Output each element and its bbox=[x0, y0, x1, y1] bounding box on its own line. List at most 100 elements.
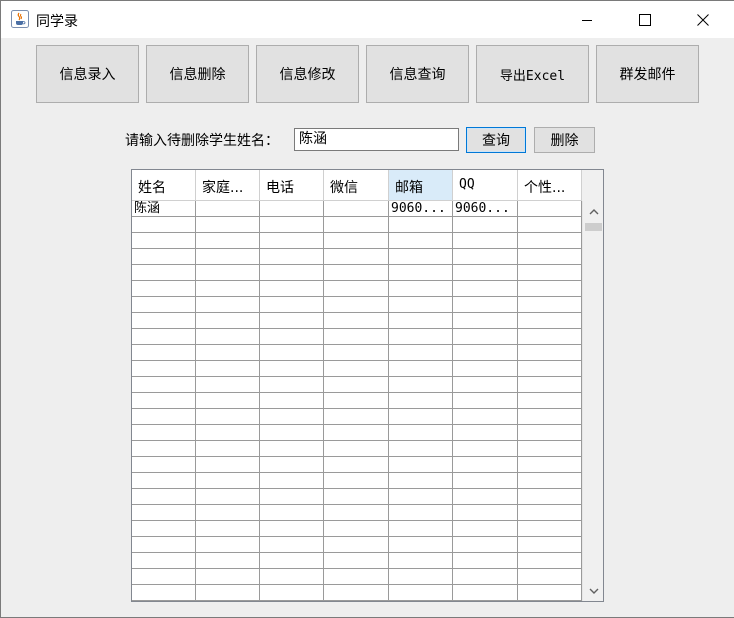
table-cell[interactable] bbox=[518, 249, 582, 265]
table-cell[interactable] bbox=[260, 201, 324, 217]
table-cell[interactable]: 9060... bbox=[389, 201, 453, 217]
table-cell[interactable] bbox=[518, 569, 582, 585]
table-cell[interactable] bbox=[324, 553, 389, 569]
table-cell[interactable] bbox=[518, 457, 582, 473]
table-cell[interactable] bbox=[260, 249, 324, 265]
table-cell[interactable] bbox=[453, 569, 518, 585]
table-cell[interactable] bbox=[196, 569, 260, 585]
table-cell[interactable] bbox=[132, 457, 196, 473]
table-cell[interactable] bbox=[132, 441, 196, 457]
table-cell[interactable] bbox=[196, 553, 260, 569]
table-cell[interactable] bbox=[518, 585, 582, 601]
table-cell[interactable] bbox=[260, 553, 324, 569]
table-cell[interactable] bbox=[518, 329, 582, 345]
scrollbar-thumb[interactable] bbox=[585, 223, 602, 231]
table-row[interactable] bbox=[132, 393, 582, 409]
table-cell[interactable] bbox=[453, 585, 518, 601]
table-cell[interactable] bbox=[324, 377, 389, 393]
table-cell[interactable] bbox=[196, 457, 260, 473]
table-cell[interactable] bbox=[132, 489, 196, 505]
table-cell[interactable] bbox=[260, 297, 324, 313]
table-cell[interactable] bbox=[389, 505, 453, 521]
table-row[interactable] bbox=[132, 521, 582, 537]
table-cell[interactable] bbox=[196, 281, 260, 297]
scroll-up-arrow[interactable] bbox=[583, 202, 603, 219]
table-cell[interactable] bbox=[453, 425, 518, 441]
delete-button[interactable]: 删除 bbox=[534, 127, 595, 153]
table-row[interactable] bbox=[132, 281, 582, 297]
table-row[interactable] bbox=[132, 297, 582, 313]
table-cell[interactable] bbox=[389, 313, 453, 329]
table-cell[interactable] bbox=[324, 313, 389, 329]
table-cell[interactable] bbox=[518, 393, 582, 409]
table-cell[interactable] bbox=[518, 505, 582, 521]
table-cell[interactable] bbox=[518, 441, 582, 457]
table-cell[interactable] bbox=[132, 553, 196, 569]
table-cell[interactable] bbox=[389, 345, 453, 361]
table-row[interactable] bbox=[132, 585, 582, 601]
table-cell[interactable] bbox=[389, 537, 453, 553]
table-cell[interactable] bbox=[324, 329, 389, 345]
table-cell[interactable] bbox=[196, 313, 260, 329]
table-row[interactable] bbox=[132, 361, 582, 377]
column-header[interactable]: 邮箱 bbox=[389, 170, 453, 201]
table-cell[interactable] bbox=[196, 537, 260, 553]
table-row[interactable] bbox=[132, 441, 582, 457]
table-cell[interactable] bbox=[389, 329, 453, 345]
table-cell[interactable] bbox=[453, 297, 518, 313]
table-cell[interactable] bbox=[518, 345, 582, 361]
table-cell[interactable] bbox=[196, 361, 260, 377]
table-cell[interactable] bbox=[132, 393, 196, 409]
table-cell[interactable] bbox=[324, 457, 389, 473]
table-cell[interactable] bbox=[132, 409, 196, 425]
export-excel-button[interactable]: 导出Excel bbox=[476, 45, 589, 103]
column-header[interactable]: 姓名 bbox=[132, 170, 196, 201]
table-cell[interactable]: 陈涵 bbox=[132, 201, 196, 217]
table-cell[interactable] bbox=[324, 409, 389, 425]
table-row[interactable] bbox=[132, 489, 582, 505]
table-cell[interactable] bbox=[389, 553, 453, 569]
table-cell[interactable] bbox=[196, 217, 260, 233]
table-cell[interactable] bbox=[196, 473, 260, 489]
table-cell[interactable] bbox=[324, 217, 389, 233]
table-row[interactable] bbox=[132, 553, 582, 569]
maximize-button[interactable] bbox=[622, 1, 668, 38]
table-cell[interactable] bbox=[389, 425, 453, 441]
table-cell[interactable] bbox=[453, 553, 518, 569]
table-cell[interactable] bbox=[453, 265, 518, 281]
table-cell[interactable] bbox=[260, 425, 324, 441]
table-cell[interactable] bbox=[132, 569, 196, 585]
column-header[interactable]: 个性... bbox=[518, 170, 582, 201]
table-cell[interactable] bbox=[453, 505, 518, 521]
table-cell[interactable] bbox=[260, 489, 324, 505]
table-cell[interactable] bbox=[324, 297, 389, 313]
table-row[interactable] bbox=[132, 313, 582, 329]
table-cell[interactable] bbox=[132, 473, 196, 489]
table-cell[interactable] bbox=[196, 201, 260, 217]
table-cell[interactable] bbox=[389, 297, 453, 313]
table-cell[interactable] bbox=[196, 441, 260, 457]
table-row[interactable] bbox=[132, 377, 582, 393]
scroll-down-arrow[interactable] bbox=[583, 582, 603, 599]
column-header[interactable]: QQ bbox=[453, 170, 518, 201]
table-cell[interactable] bbox=[453, 377, 518, 393]
table-cell[interactable] bbox=[324, 345, 389, 361]
table-cell[interactable] bbox=[389, 265, 453, 281]
query-button[interactable]: 查询 bbox=[466, 127, 526, 153]
table-cell[interactable] bbox=[324, 569, 389, 585]
table-cell[interactable] bbox=[389, 521, 453, 537]
table-cell[interactable] bbox=[260, 281, 324, 297]
table-cell[interactable] bbox=[324, 425, 389, 441]
table-cell[interactable] bbox=[389, 233, 453, 249]
table-cell[interactable] bbox=[260, 217, 324, 233]
column-header[interactable]: 家庭... bbox=[196, 170, 260, 201]
table-cell[interactable] bbox=[196, 585, 260, 601]
table-cell[interactable] bbox=[453, 441, 518, 457]
table-cell[interactable] bbox=[196, 249, 260, 265]
table-cell[interactable] bbox=[453, 521, 518, 537]
table-cell[interactable] bbox=[453, 457, 518, 473]
table-cell[interactable] bbox=[518, 537, 582, 553]
table-row[interactable] bbox=[132, 265, 582, 281]
table-cell[interactable] bbox=[132, 217, 196, 233]
table-row[interactable] bbox=[132, 505, 582, 521]
